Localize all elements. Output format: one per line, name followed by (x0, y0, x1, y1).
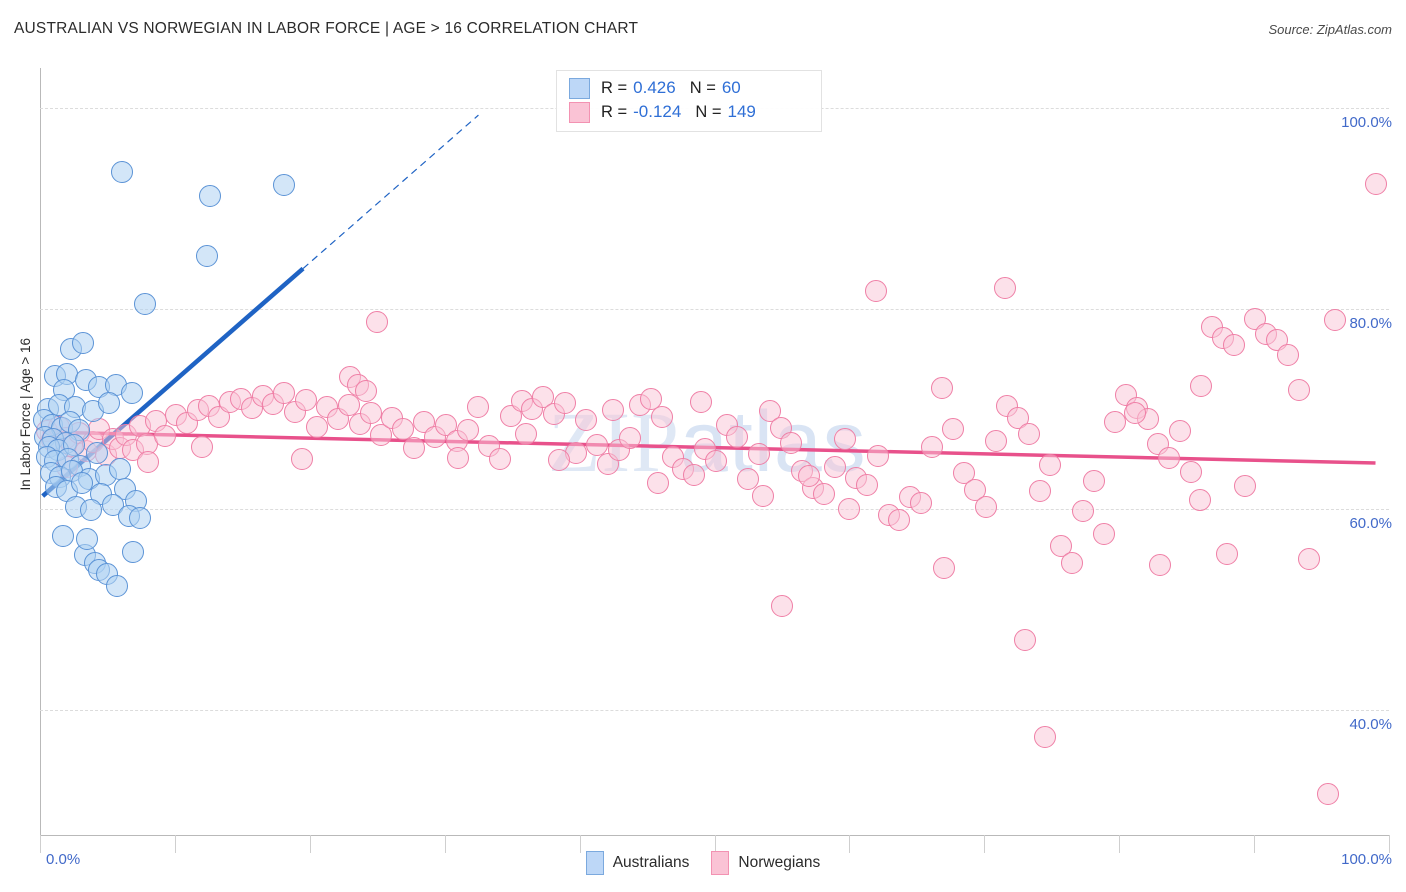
data-point-australians (72, 331, 95, 354)
gridline (40, 308, 1389, 310)
data-point-norwegians (993, 276, 1016, 299)
data-point-norwegians (136, 451, 159, 474)
data-point-norwegians (456, 418, 479, 441)
data-point-norwegians (865, 279, 888, 302)
data-point-norwegians (1017, 422, 1040, 445)
data-point-australians (134, 292, 157, 315)
data-point-australians (51, 525, 74, 548)
stats-row-australians: R = 0.426 N = 60 (569, 76, 741, 100)
data-point-norwegians (974, 496, 997, 519)
stats-n-value-norwegians: 149 (727, 102, 756, 121)
data-point-norwegians (402, 436, 425, 459)
stats-r-label-australians: R = (601, 78, 628, 97)
data-point-norwegians (1158, 447, 1181, 470)
stats-r-value-australians: 0.426 (633, 78, 676, 97)
stats-swatch-australians (569, 77, 590, 99)
data-point-norwegians (1317, 782, 1340, 805)
y-tick-label: 100.0% (1341, 114, 1392, 132)
x-tick-mark (40, 835, 41, 853)
data-point-norwegians (650, 405, 673, 428)
data-point-norwegians (305, 415, 328, 438)
x-tick-mark (984, 835, 986, 853)
data-point-australians (85, 442, 108, 464)
data-point-norwegians (290, 448, 313, 471)
stats-n-label-australians: N = (689, 78, 716, 97)
legend-label-australians: Australians (612, 854, 690, 871)
legend-label-norwegians: Norwegians (738, 854, 821, 871)
data-point-norwegians (366, 310, 389, 333)
gridline (40, 509, 1389, 511)
data-point-norwegians (823, 456, 846, 479)
data-point-norwegians (920, 435, 943, 458)
data-point-norwegians (1276, 343, 1299, 366)
data-point-norwegians (190, 435, 213, 458)
y-tick-label: 40.0% (1349, 715, 1392, 733)
stats-n-value-australians: 60 (721, 78, 741, 97)
gridline (40, 709, 1389, 711)
legend-swatch-australians (585, 851, 604, 875)
data-point-norwegians (1179, 461, 1202, 484)
data-point-norwegians (1148, 554, 1171, 577)
stats-r-value-norwegians: -0.124 (633, 102, 682, 121)
source-attribution: Source: ZipAtlas.com (1268, 22, 1392, 37)
data-point-norwegians (294, 388, 317, 411)
y-axis-title: In Labor Force | Age > 16 (18, 338, 33, 491)
data-point-norwegians (866, 445, 889, 467)
data-point-australians (128, 507, 151, 530)
data-point-australians (97, 391, 120, 414)
data-point-norwegians (646, 472, 669, 495)
y-tick-label: 60.0% (1349, 515, 1392, 533)
stats-row-norwegians: R = -0.124 N = 149 (569, 100, 756, 124)
data-point-norwegians (855, 474, 878, 497)
x-tick-mark (1119, 835, 1121, 853)
stats-swatch-norwegians (569, 101, 590, 123)
data-point-norwegians (618, 426, 641, 449)
data-point-norwegians (359, 401, 382, 424)
x-tick-mark (1254, 835, 1256, 853)
x-tick-label-max: 100.0% (1341, 851, 1392, 868)
data-point-norwegians (1071, 500, 1094, 523)
data-point-norwegians (909, 492, 932, 515)
data-point-norwegians (514, 422, 537, 445)
data-point-norwegians (752, 485, 775, 508)
x-tick-mark (174, 835, 176, 853)
page-title: AUSTRALIAN VS NORWEGIAN IN LABOR FORCE |… (14, 20, 639, 37)
x-tick-mark (309, 835, 311, 853)
data-point-australians (120, 381, 143, 404)
data-point-norwegians (553, 391, 576, 414)
x-tick-mark (579, 835, 581, 853)
stats-n-label-norwegians: N = (695, 102, 722, 121)
data-point-norwegians (1104, 410, 1127, 433)
data-point-norwegians (1028, 480, 1051, 503)
y-tick-label: 80.0% (1349, 314, 1392, 332)
data-point-australians (108, 458, 131, 481)
data-point-norwegians (812, 483, 835, 506)
x-tick-mark (444, 835, 446, 853)
legend-item-australians[interactable]: Australians (585, 851, 690, 875)
data-point-norwegians (1287, 378, 1310, 401)
correlation-stats-box: R = 0.426 N = 60 R = -0.124 N = 149 (556, 70, 822, 132)
stats-r-label-norwegians: R = (601, 102, 628, 121)
x-tick-label-min: 0.0% (46, 851, 81, 868)
data-point-norwegians (748, 443, 771, 465)
data-point-norwegians (1324, 308, 1347, 331)
data-point-norwegians (1034, 725, 1056, 748)
data-point-norwegians (1168, 419, 1191, 442)
data-point-norwegians (704, 450, 727, 473)
legend-item-norwegians[interactable]: Norwegians (711, 851, 820, 875)
data-point-norwegians (489, 448, 511, 471)
data-point-norwegians (932, 557, 955, 580)
series-legend: Australians Norwegians (0, 851, 1406, 875)
data-point-norwegians (797, 465, 820, 488)
data-point-norwegians (1233, 475, 1256, 498)
x-tick-mark (849, 835, 851, 853)
data-point-norwegians (1364, 173, 1387, 196)
data-point-norwegians (690, 390, 712, 413)
data-point-norwegians (1082, 470, 1105, 493)
legend-swatch-norwegians (711, 851, 730, 875)
data-point-norwegians (1222, 333, 1245, 356)
